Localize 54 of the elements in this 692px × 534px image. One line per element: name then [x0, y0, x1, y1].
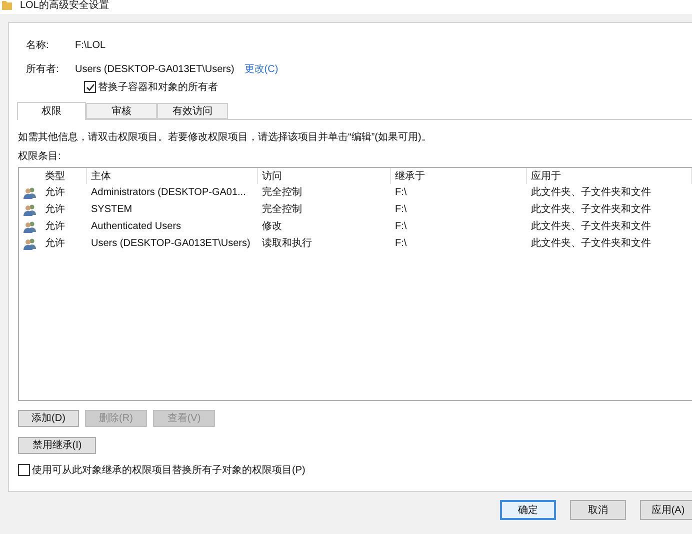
table-cell-text: 此文件夹、子文件夹和文件: [530, 236, 652, 251]
table-cell-text: 完全控制: [261, 186, 303, 200]
table-cell-text: 完全控制: [261, 202, 303, 217]
owner-label: 所有者:: [25, 62, 60, 76]
tab[interactable]: 有效访问: [157, 103, 228, 119]
table-cell-text: Administrators (DESKTOP-GA01...: [90, 186, 247, 200]
permission-row[interactable]: 允许 SYSTEM 完全控制 F:\ 此文件夹、子文件夹和文件: [19, 201, 692, 218]
column-header[interactable]: 主体: [87, 168, 258, 184]
table-cell-text: F:\: [394, 186, 408, 200]
disable-inheritance-button[interactable]: 禁用继承(I): [18, 437, 96, 454]
table-cell-text: 允许: [44, 236, 66, 251]
table-cell-text: 允许: [44, 220, 66, 234]
list-button[interactable]: 添加(D): [18, 410, 79, 427]
change-owner-link[interactable]: 更改(C): [244, 62, 278, 76]
table-cell-text: SYSTEM: [90, 203, 134, 217]
column-header[interactable]: 继承于: [391, 168, 527, 184]
users-icon: [23, 186, 37, 198]
replace-owner-checkbox[interactable]: [84, 81, 96, 93]
folder-icon: [2, 0, 12, 10]
table-cell-text: 此文件夹、子文件夹和文件: [530, 202, 652, 217]
table-cell-text: F:\: [394, 203, 408, 217]
replace-children-label: 使用可从此对象继承的权限项目替换所有子对象的权限项目(P): [32, 464, 306, 478]
dialog-button[interactable]: 确定: [500, 500, 556, 520]
column-header[interactable]: 访问: [258, 168, 391, 184]
info-text: 如需其他信息，请双击权限项目。若要修改权限项目，请选择该项目并单击“编辑”(如果可用)。: [18, 130, 432, 145]
list-label: 权限条目:: [18, 150, 62, 164]
table-cell-text: Authenticated Users: [90, 220, 182, 234]
table-cell-text: 此文件夹、子文件夹和文件: [530, 220, 652, 234]
table-cell-text: F:\: [394, 237, 408, 251]
dialog-button[interactable]: 取消: [570, 500, 626, 520]
name-value: F:\LOL: [75, 38, 106, 52]
table-cell-text: 允许: [44, 186, 66, 200]
table-cell-text: Users (DESKTOP-GA013ET\Users): [90, 237, 252, 251]
permission-row[interactable]: 允许 Administrators (DESKTOP-GA01... 完全控制 F:\ 此文件夹、子文件夹和文件: [19, 184, 692, 201]
column-header[interactable]: 应用于: [527, 168, 692, 184]
users-icon: [23, 238, 37, 250]
tab[interactable]: 审核: [86, 103, 157, 119]
table-cell-text: F:\: [394, 220, 408, 234]
column-header[interactable]: 类型: [41, 168, 87, 184]
replace-owner-label: 替换子容器和对象的所有者: [98, 80, 218, 94]
table-cell-text: 读取和执行: [261, 236, 313, 251]
dialog-button[interactable]: 应用(A): [640, 500, 692, 520]
table-cell-text: 允许: [44, 202, 66, 217]
name-label: 名称:: [25, 38, 50, 52]
permission-row[interactable]: 允许 Authenticated Users 修改 F:\ 此文件夹、子文件夹和文件: [19, 218, 692, 235]
users-icon: [23, 204, 37, 216]
table-cell-text: 修改: [261, 220, 283, 234]
checkmark-icon: [86, 82, 94, 92]
table-cell-text: 此文件夹、子文件夹和文件: [530, 186, 652, 200]
permission-row[interactable]: 允许 Users (DESKTOP-GA013ET\Users) 读取和执行 F:\ 此文件夹、子文件夹和文件: [19, 235, 692, 252]
replace-children-checkbox[interactable]: [18, 464, 30, 476]
tab[interactable]: 权限: [17, 102, 86, 120]
owner-value: Users (DESKTOP-GA013ET\Users): [75, 62, 234, 76]
users-icon: [23, 220, 37, 232]
